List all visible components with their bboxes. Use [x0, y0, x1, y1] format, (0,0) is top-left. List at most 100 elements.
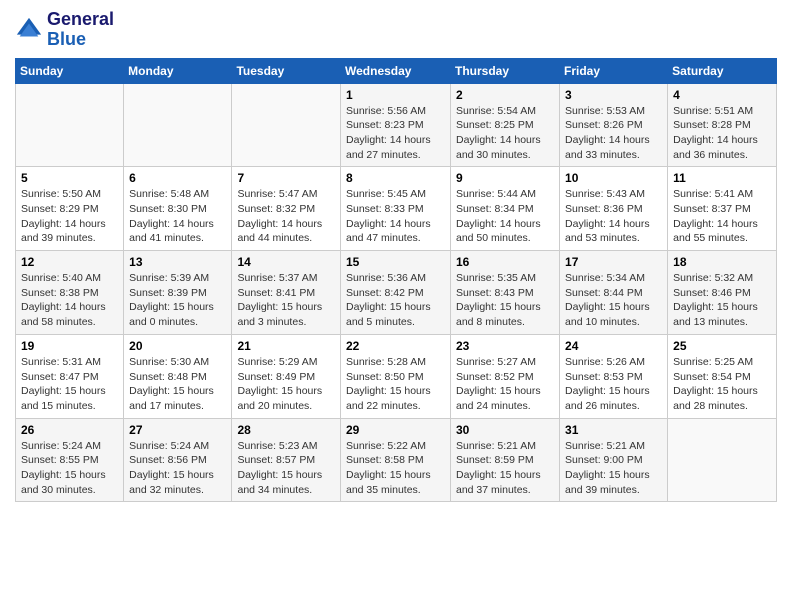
calendar-cell: 2 Sunrise: 5:54 AMSunset: 8:25 PMDaylight… [451, 83, 560, 167]
calendar-cell: 31 Sunrise: 5:21 AMSunset: 9:00 PMDayligh… [560, 418, 668, 502]
day-number: 12 [21, 255, 118, 269]
day-number: 16 [456, 255, 554, 269]
day-info: Sunrise: 5:29 AMSunset: 8:49 PMDaylight:… [237, 355, 335, 414]
calendar-cell: 5 Sunrise: 5:50 AMSunset: 8:29 PMDaylight… [16, 167, 124, 251]
day-number: 13 [129, 255, 226, 269]
logo-icon [15, 16, 43, 44]
calendar-cell: 15 Sunrise: 5:36 AMSunset: 8:42 PMDayligh… [341, 251, 451, 335]
day-info: Sunrise: 5:28 AMSunset: 8:50 PMDaylight:… [346, 355, 445, 414]
logo: General Blue [15, 10, 114, 50]
day-number: 3 [565, 88, 662, 102]
calendar-cell: 14 Sunrise: 5:37 AMSunset: 8:41 PMDayligh… [232, 251, 341, 335]
day-info: Sunrise: 5:35 AMSunset: 8:43 PMDaylight:… [456, 271, 554, 330]
calendar-cell [16, 83, 124, 167]
day-number: 2 [456, 88, 554, 102]
day-number: 18 [673, 255, 771, 269]
calendar-week-row: 1 Sunrise: 5:56 AMSunset: 8:23 PMDaylight… [16, 83, 777, 167]
calendar-cell: 30 Sunrise: 5:21 AMSunset: 8:59 PMDayligh… [451, 418, 560, 502]
calendar-cell: 4 Sunrise: 5:51 AMSunset: 8:28 PMDaylight… [668, 83, 777, 167]
day-info: Sunrise: 5:22 AMSunset: 8:58 PMDaylight:… [346, 439, 445, 498]
calendar-cell: 1 Sunrise: 5:56 AMSunset: 8:23 PMDaylight… [341, 83, 451, 167]
weekday-header: Sunday [16, 58, 124, 83]
calendar-cell: 27 Sunrise: 5:24 AMSunset: 8:56 PMDayligh… [124, 418, 232, 502]
day-info: Sunrise: 5:40 AMSunset: 8:38 PMDaylight:… [21, 271, 118, 330]
day-info: Sunrise: 5:39 AMSunset: 8:39 PMDaylight:… [129, 271, 226, 330]
day-number: 1 [346, 88, 445, 102]
day-info: Sunrise: 5:23 AMSunset: 8:57 PMDaylight:… [237, 439, 335, 498]
day-number: 25 [673, 339, 771, 353]
weekday-header: Wednesday [341, 58, 451, 83]
logo-text: General Blue [47, 10, 114, 50]
day-info: Sunrise: 5:37 AMSunset: 8:41 PMDaylight:… [237, 271, 335, 330]
calendar-cell: 23 Sunrise: 5:27 AMSunset: 8:52 PMDayligh… [451, 334, 560, 418]
calendar-cell: 19 Sunrise: 5:31 AMSunset: 8:47 PMDayligh… [16, 334, 124, 418]
day-number: 9 [456, 171, 554, 185]
weekday-header: Friday [560, 58, 668, 83]
weekday-header: Saturday [668, 58, 777, 83]
calendar-header-row: SundayMondayTuesdayWednesdayThursdayFrid… [16, 58, 777, 83]
day-info: Sunrise: 5:24 AMSunset: 8:56 PMDaylight:… [129, 439, 226, 498]
day-info: Sunrise: 5:26 AMSunset: 8:53 PMDaylight:… [565, 355, 662, 414]
day-number: 7 [237, 171, 335, 185]
page-header: General Blue [15, 10, 777, 50]
day-info: Sunrise: 5:51 AMSunset: 8:28 PMDaylight:… [673, 104, 771, 163]
day-info: Sunrise: 5:41 AMSunset: 8:37 PMDaylight:… [673, 187, 771, 246]
calendar-cell: 9Sunrise: 5:44 AMSunset: 8:34 PMDaylight… [451, 167, 560, 251]
day-number: 26 [21, 423, 118, 437]
day-info: Sunrise: 5:36 AMSunset: 8:42 PMDaylight:… [346, 271, 445, 330]
day-info: Sunrise: 5:43 AMSunset: 8:36 PMDaylight:… [565, 187, 662, 246]
day-info: Sunrise: 5:31 AMSunset: 8:47 PMDaylight:… [21, 355, 118, 414]
calendar-week-row: 19 Sunrise: 5:31 AMSunset: 8:47 PMDayligh… [16, 334, 777, 418]
day-info: Sunrise: 5:24 AMSunset: 8:55 PMDaylight:… [21, 439, 118, 498]
calendar-cell: 26 Sunrise: 5:24 AMSunset: 8:55 PMDayligh… [16, 418, 124, 502]
day-info: Sunrise: 5:34 AMSunset: 8:44 PMDaylight:… [565, 271, 662, 330]
day-info: Sunrise: 5:50 AMSunset: 8:29 PMDaylight:… [21, 187, 118, 246]
day-info: Sunrise: 5:21 AMSunset: 9:00 PMDaylight:… [565, 439, 662, 498]
calendar-cell: 25 Sunrise: 5:25 AMSunset: 8:54 PMDayligh… [668, 334, 777, 418]
calendar-cell: 13 Sunrise: 5:39 AMSunset: 8:39 PMDayligh… [124, 251, 232, 335]
day-number: 20 [129, 339, 226, 353]
calendar-cell: 3Sunrise: 5:53 AMSunset: 8:26 PMDaylight… [560, 83, 668, 167]
calendar-cell: 10Sunrise: 5:43 AMSunset: 8:36 PMDayligh… [560, 167, 668, 251]
weekday-header: Thursday [451, 58, 560, 83]
day-number: 23 [456, 339, 554, 353]
day-info: Sunrise: 5:54 AMSunset: 8:25 PMDaylight:… [456, 104, 554, 163]
day-info: Sunrise: 5:27 AMSunset: 8:52 PMDaylight:… [456, 355, 554, 414]
day-number: 22 [346, 339, 445, 353]
calendar-cell: 12 Sunrise: 5:40 AMSunset: 8:38 PMDayligh… [16, 251, 124, 335]
calendar-table: SundayMondayTuesdayWednesdayThursdayFrid… [15, 58, 777, 503]
day-info: Sunrise: 5:47 AMSunset: 8:32 PMDaylight:… [237, 187, 335, 246]
day-number: 15 [346, 255, 445, 269]
day-number: 4 [673, 88, 771, 102]
day-number: 19 [21, 339, 118, 353]
calendar-cell [668, 418, 777, 502]
day-number: 14 [237, 255, 335, 269]
day-number: 30 [456, 423, 554, 437]
day-number: 11 [673, 171, 771, 185]
day-number: 28 [237, 423, 335, 437]
day-number: 27 [129, 423, 226, 437]
day-info: Sunrise: 5:25 AMSunset: 8:54 PMDaylight:… [673, 355, 771, 414]
calendar-cell: 6Sunrise: 5:48 AMSunset: 8:30 PMDaylight… [124, 167, 232, 251]
day-number: 8 [346, 171, 445, 185]
day-info: Sunrise: 5:30 AMSunset: 8:48 PMDaylight:… [129, 355, 226, 414]
weekday-header: Monday [124, 58, 232, 83]
calendar-week-row: 5 Sunrise: 5:50 AMSunset: 8:29 PMDaylight… [16, 167, 777, 251]
calendar-cell: 18 Sunrise: 5:32 AMSunset: 8:46 PMDayligh… [668, 251, 777, 335]
day-info: Sunrise: 5:21 AMSunset: 8:59 PMDaylight:… [456, 439, 554, 498]
day-info: Sunrise: 5:32 AMSunset: 8:46 PMDaylight:… [673, 271, 771, 330]
day-number: 17 [565, 255, 662, 269]
calendar-cell: 24Sunrise: 5:26 AMSunset: 8:53 PMDayligh… [560, 334, 668, 418]
calendar-cell: 22 Sunrise: 5:28 AMSunset: 8:50 PMDayligh… [341, 334, 451, 418]
calendar-cell [232, 83, 341, 167]
day-number: 21 [237, 339, 335, 353]
day-number: 5 [21, 171, 118, 185]
day-number: 31 [565, 423, 662, 437]
calendar-week-row: 12 Sunrise: 5:40 AMSunset: 8:38 PMDayligh… [16, 251, 777, 335]
calendar-cell: 17 Sunrise: 5:34 AMSunset: 8:44 PMDayligh… [560, 251, 668, 335]
weekday-header: Tuesday [232, 58, 341, 83]
calendar-cell: 16 Sunrise: 5:35 AMSunset: 8:43 PMDayligh… [451, 251, 560, 335]
calendar-cell: 29 Sunrise: 5:22 AMSunset: 8:58 PMDayligh… [341, 418, 451, 502]
day-info: Sunrise: 5:56 AMSunset: 8:23 PMDaylight:… [346, 104, 445, 163]
day-number: 29 [346, 423, 445, 437]
